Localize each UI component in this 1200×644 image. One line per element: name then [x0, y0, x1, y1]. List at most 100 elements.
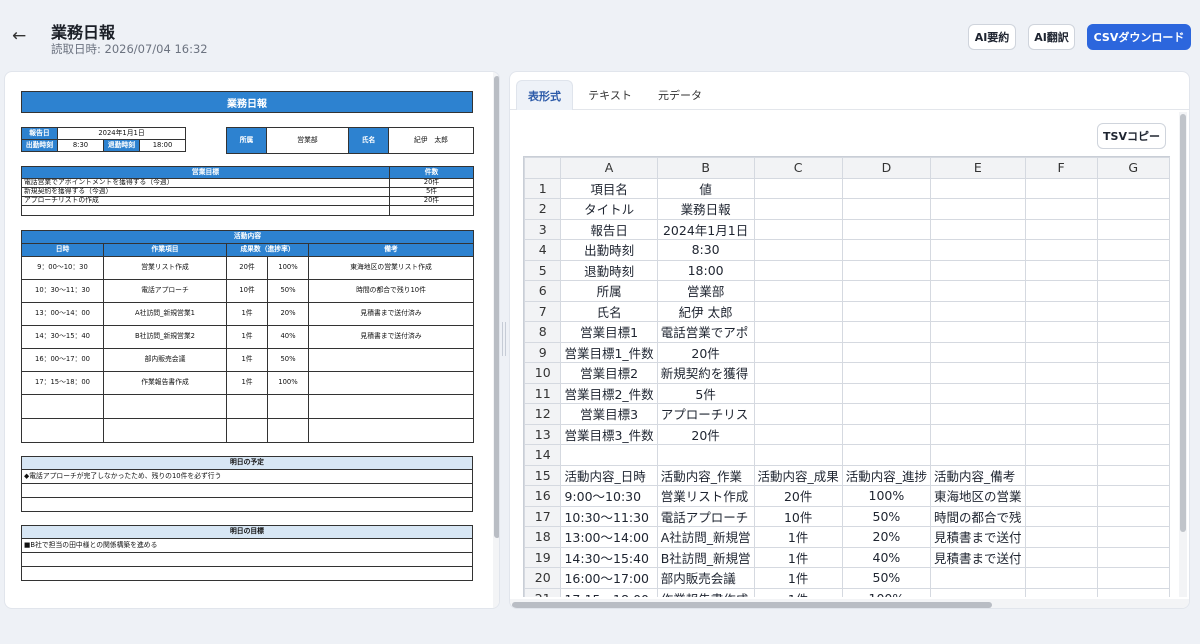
grid-cell[interactable]	[753, 382, 843, 404]
grid-cell[interactable]: 8:30	[656, 239, 755, 261]
grid-cell[interactable]	[1096, 280, 1170, 302]
grid-cell[interactable]	[753, 218, 843, 240]
grid-cell[interactable]	[1024, 321, 1098, 343]
grid-cell[interactable]: 営業リスト作成	[656, 485, 755, 507]
grid-cell[interactable]	[930, 362, 1026, 384]
grid-cell[interactable]: 退勤時刻	[560, 259, 658, 281]
row-header[interactable]: 16	[524, 485, 562, 507]
row-header[interactable]: 19	[524, 546, 562, 568]
grid-cell[interactable]	[930, 300, 1026, 322]
grid-cell[interactable]	[560, 444, 658, 466]
grid-cell[interactable]	[1024, 341, 1098, 363]
grid-cell[interactable]: 出勤時刻	[560, 239, 658, 261]
csv-download-button[interactable]: CSVダウンロード	[1087, 24, 1191, 50]
grid-cell[interactable]	[841, 444, 932, 466]
grid-cell[interactable]: 20件	[656, 423, 755, 445]
grid-cell[interactable]	[1096, 505, 1170, 527]
column-header[interactable]: G	[1096, 157, 1170, 179]
tsv-copy-button[interactable]: TSVコピー	[1097, 123, 1166, 149]
grid-cell[interactable]	[753, 444, 843, 466]
grid-cell[interactable]: 13:00〜14:00	[560, 526, 658, 548]
grid-cell[interactable]: 14:30〜15:40	[560, 546, 658, 568]
column-header[interactable]: D	[841, 157, 932, 179]
grid-cell[interactable]	[1024, 239, 1098, 261]
grid-cell[interactable]	[841, 177, 932, 199]
grid-cell[interactable]	[930, 567, 1026, 589]
grid-cell[interactable]: 所属	[560, 280, 658, 302]
grid-cell[interactable]	[1024, 567, 1098, 589]
grid-cell[interactable]: 16:00〜17:00	[560, 567, 658, 589]
grid-cell[interactable]	[1096, 382, 1170, 404]
ai-summary-button[interactable]: AI要約	[968, 24, 1016, 50]
grid-corner[interactable]	[524, 157, 562, 179]
grid-cell[interactable]	[753, 423, 843, 445]
grid-cell[interactable]	[1024, 259, 1098, 281]
grid-cell[interactable]: 20件	[753, 485, 843, 507]
grid-cell[interactable]	[841, 362, 932, 384]
grid-cell[interactable]	[930, 218, 1026, 240]
row-header[interactable]: 9	[524, 341, 562, 363]
row-header[interactable]: 3	[524, 218, 562, 240]
grid-cell[interactable]	[656, 444, 755, 466]
grid-cell[interactable]: 1件	[753, 546, 843, 568]
grid-cell[interactable]	[841, 280, 932, 302]
grid-cell[interactable]: 営業目標2	[560, 362, 658, 384]
row-header[interactable]: 14	[524, 444, 562, 466]
grid-cell[interactable]: 100%	[841, 587, 932, 597]
grid-cell[interactable]: 1件	[753, 526, 843, 548]
spreadsheet-grid[interactable]: ABCDEFG 1 項目名値 2 タイトル 業務日報 3 報告日 2024年1月1日 4 出勤時刻…	[523, 156, 1170, 597]
grid-cell[interactable]	[841, 198, 932, 220]
grid-cell[interactable]	[1096, 403, 1170, 425]
column-header[interactable]: E	[930, 157, 1026, 179]
grid-cell[interactable]	[753, 403, 843, 425]
grid-cell[interactable]	[1024, 423, 1098, 445]
grid-cell[interactable]	[1096, 567, 1170, 589]
grid-cell[interactable]: 40%	[841, 546, 932, 568]
grid-cell[interactable]: 値	[656, 177, 755, 199]
row-header[interactable]: 5	[524, 259, 562, 281]
grid-cell[interactable]	[930, 198, 1026, 220]
row-header[interactable]: 17	[524, 505, 562, 527]
grid-cell[interactable]	[1024, 198, 1098, 220]
grid-cell[interactable]: 時間の都合で残	[930, 505, 1026, 527]
column-header[interactable]: C	[753, 157, 843, 179]
grid-cell[interactable]	[930, 321, 1026, 343]
row-header[interactable]: 4	[524, 239, 562, 261]
grid-cell[interactable]	[753, 341, 843, 363]
grid-cell[interactable]: 報告日	[560, 218, 658, 240]
row-header[interactable]: 20	[524, 567, 562, 589]
grid-cell[interactable]	[1096, 198, 1170, 220]
grid-cell[interactable]: 9:00〜10:30	[560, 485, 658, 507]
grid-cell[interactable]	[841, 259, 932, 281]
row-header[interactable]: 21	[524, 587, 562, 597]
column-header[interactable]: B	[656, 157, 755, 179]
grid-cell[interactable]: 項目名	[560, 177, 658, 199]
tab-text[interactable]: テキスト	[580, 80, 640, 110]
grid-cell[interactable]: 新規契約を獲得	[656, 362, 755, 384]
grid-cell[interactable]: B社訪問_新規営	[656, 546, 755, 568]
grid-cell[interactable]: アプローチリス	[656, 403, 755, 425]
grid-cell[interactable]	[753, 239, 843, 261]
grid-cell[interactable]	[841, 382, 932, 404]
tab-table[interactable]: 表形式	[516, 80, 573, 110]
grid-cell[interactable]: 活動内容_作業	[656, 464, 755, 486]
grid-cell[interactable]: 18:00	[656, 259, 755, 281]
grid-cell[interactable]: タイトル	[560, 198, 658, 220]
grid-cell[interactable]: 2024年1月1日	[656, 218, 755, 240]
grid-cell[interactable]	[1096, 526, 1170, 548]
grid-cell[interactable]: 10:30〜11:30	[560, 505, 658, 527]
grid-cell[interactable]	[930, 259, 1026, 281]
row-header[interactable]: 11	[524, 382, 562, 404]
grid-cell[interactable]	[841, 300, 932, 322]
row-header[interactable]: 2	[524, 198, 562, 220]
grid-cell[interactable]	[753, 362, 843, 384]
grid-cell[interactable]	[841, 239, 932, 261]
grid-cell[interactable]	[930, 403, 1026, 425]
column-header[interactable]: F	[1024, 157, 1098, 179]
grid-cell[interactable]	[1024, 526, 1098, 548]
grid-cell[interactable]	[753, 300, 843, 322]
grid-cell[interactable]: 営業目標3	[560, 403, 658, 425]
grid-cell[interactable]: 部内販売会議	[656, 567, 755, 589]
grid-cell[interactable]	[930, 280, 1026, 302]
grid-cell[interactable]: 活動内容_進捗	[841, 464, 932, 486]
